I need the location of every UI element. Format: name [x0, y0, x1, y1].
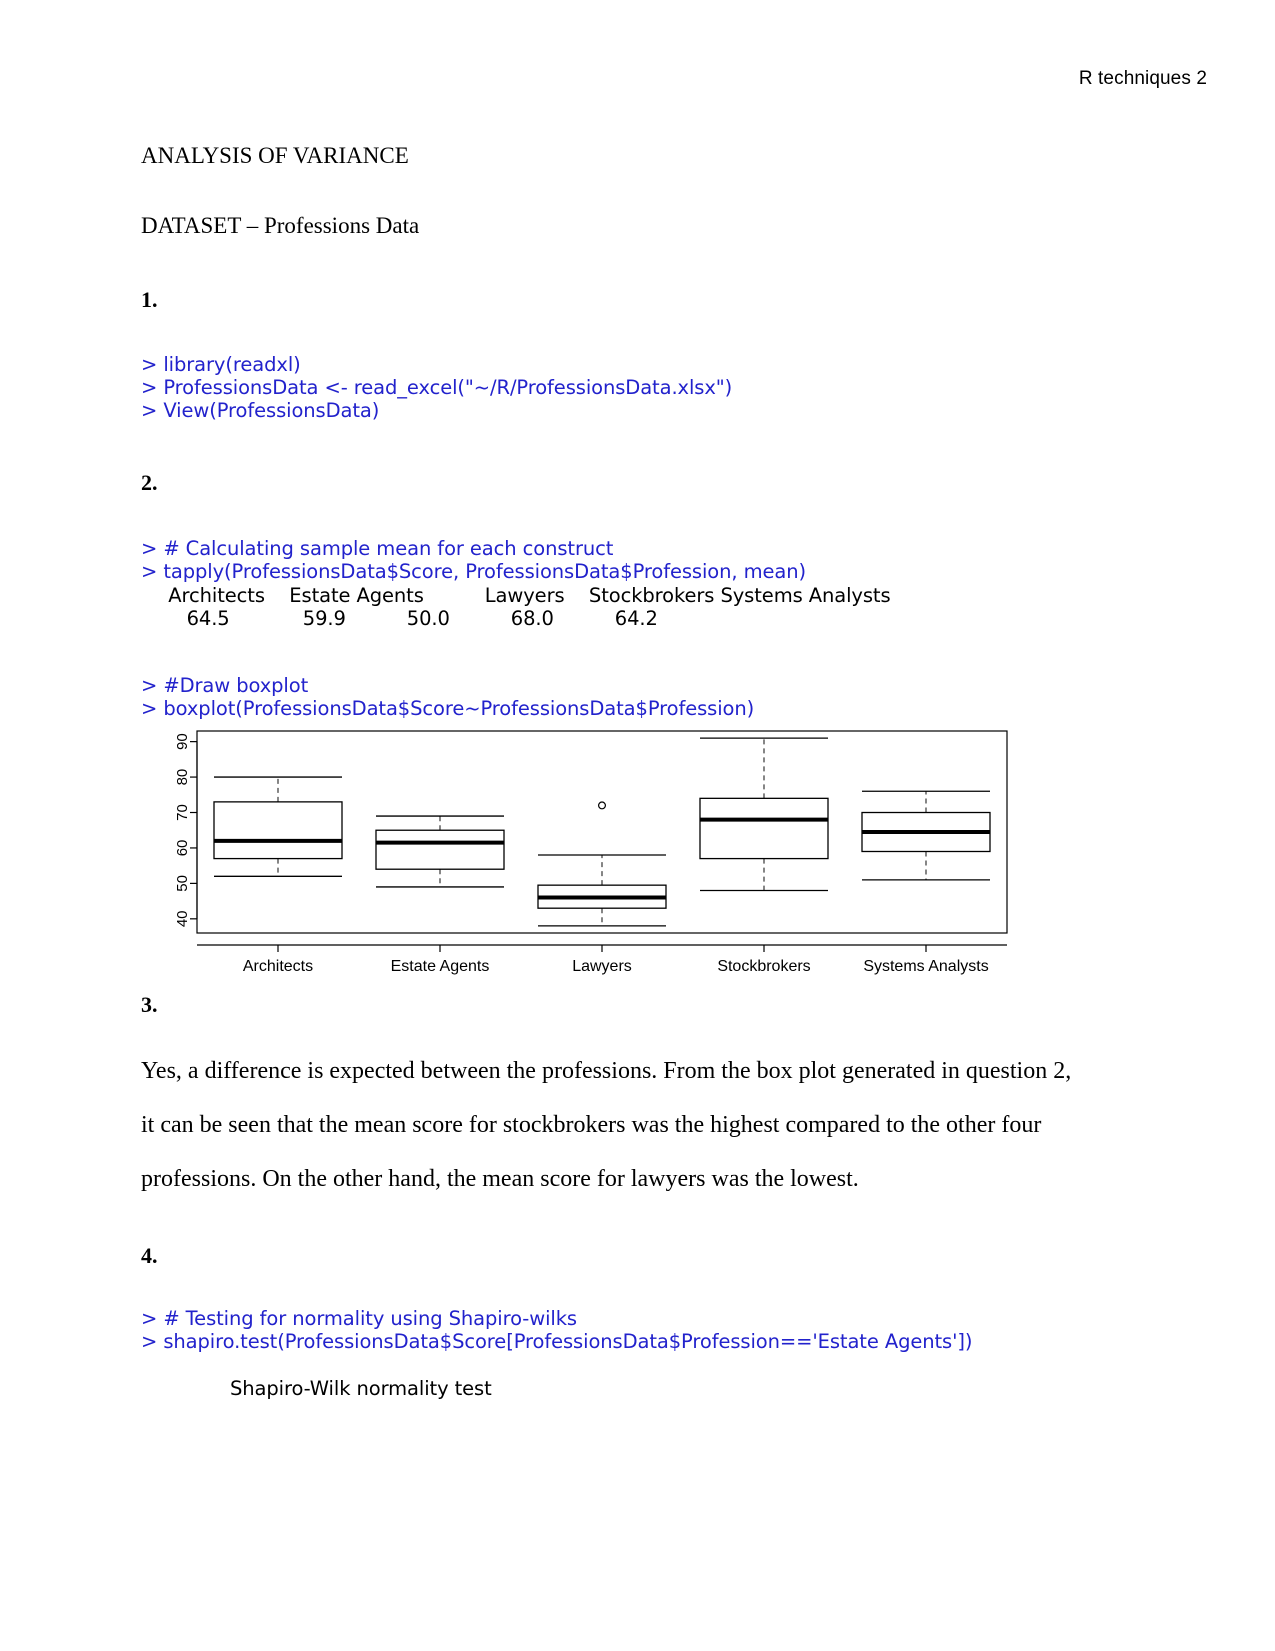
boxplot-box-2 [375, 815, 505, 888]
box-iqr [375, 829, 505, 870]
document-page: R techniques 2 ANALYSIS OF VARIANCE DATA… [0, 0, 1275, 1651]
section-number-1: 1. [141, 287, 158, 312]
code-line-q1-3: > View(ProfessionsData) [141, 399, 380, 422]
dataset-line: DATASET – Professions Data [141, 213, 420, 238]
y-axis-tick-label: 40 [174, 910, 191, 927]
paragraph-line-1: Yes, a difference is expected between th… [141, 1058, 1072, 1084]
paragraph-line-2: it can be seen that the mean score for s… [141, 1112, 1042, 1138]
y-axis-tick-label: 80 [174, 769, 191, 786]
box-iqr [213, 801, 343, 860]
section-number-4: 4. [141, 1243, 158, 1268]
shapiro-result-title: Shapiro-Wilk normality test [230, 1377, 492, 1400]
page-title: ANALYSIS OF VARIANCE [141, 143, 409, 168]
boxplot-svg: 40 50 60 70 80 90 Architects Estate Agents Lawye… [174, 730, 1008, 975]
boxplot-box-4 [699, 737, 829, 892]
paragraph-line-3: professions. On the other hand, the mean… [141, 1166, 859, 1192]
boxplot-figure: 40 50 60 70 80 90 Architects Estate Agents Lawye… [141, 726, 1021, 981]
box-iqr [699, 797, 829, 860]
tapply-output-values: 64.5 59.9 50.0 68.0 64.2 [150, 607, 658, 630]
x-axis-tick-label: Architects [243, 958, 313, 975]
x-axis-tick-label: Systems Analysts [863, 958, 988, 975]
section-number-2: 2. [141, 470, 158, 495]
y-axis-tick-label: 70 [174, 804, 191, 821]
section-number-3: 3. [141, 992, 158, 1017]
y-axis-tick-label: 60 [174, 840, 191, 857]
boxplot-box-5 [861, 790, 991, 881]
y-axis-tick-label: 90 [174, 733, 191, 750]
code-line-q2-1: > # Calculating sample mean for each con… [141, 537, 614, 560]
tapply-output-header: Architects Estate Agents Lawyers Stockbr… [150, 584, 891, 607]
running-header: R techniques 2 [1078, 68, 1207, 89]
boxplot-box-3 [537, 801, 667, 927]
code-line-q1-1: > library(readxl) [141, 353, 301, 376]
code-line-q2-plot-1: > #Draw boxplot [141, 674, 309, 697]
outlier-point [598, 801, 607, 810]
code-line-q4-2: > shapiro.test(ProfessionsData$Score[Pro… [141, 1330, 973, 1353]
boxplot-box-1 [213, 776, 343, 877]
code-line-q4-1: > # Testing for normality using Shapiro-… [141, 1307, 577, 1330]
y-axis-tick-label: 50 [174, 875, 191, 892]
code-line-q2-plot-2: > boxplot(ProfessionsData$Score~Professi… [141, 697, 755, 720]
x-axis-tick-label: Stockbrokers [717, 958, 810, 975]
x-axis-tick-label: Estate Agents [391, 958, 490, 975]
code-line-q1-2: > ProfessionsData <- read_excel("~/R/Pro… [141, 376, 733, 399]
code-line-q2-2: > tapply(ProfessionsData$Score, Professi… [141, 560, 806, 583]
x-axis-tick-label: Lawyers [572, 958, 632, 975]
